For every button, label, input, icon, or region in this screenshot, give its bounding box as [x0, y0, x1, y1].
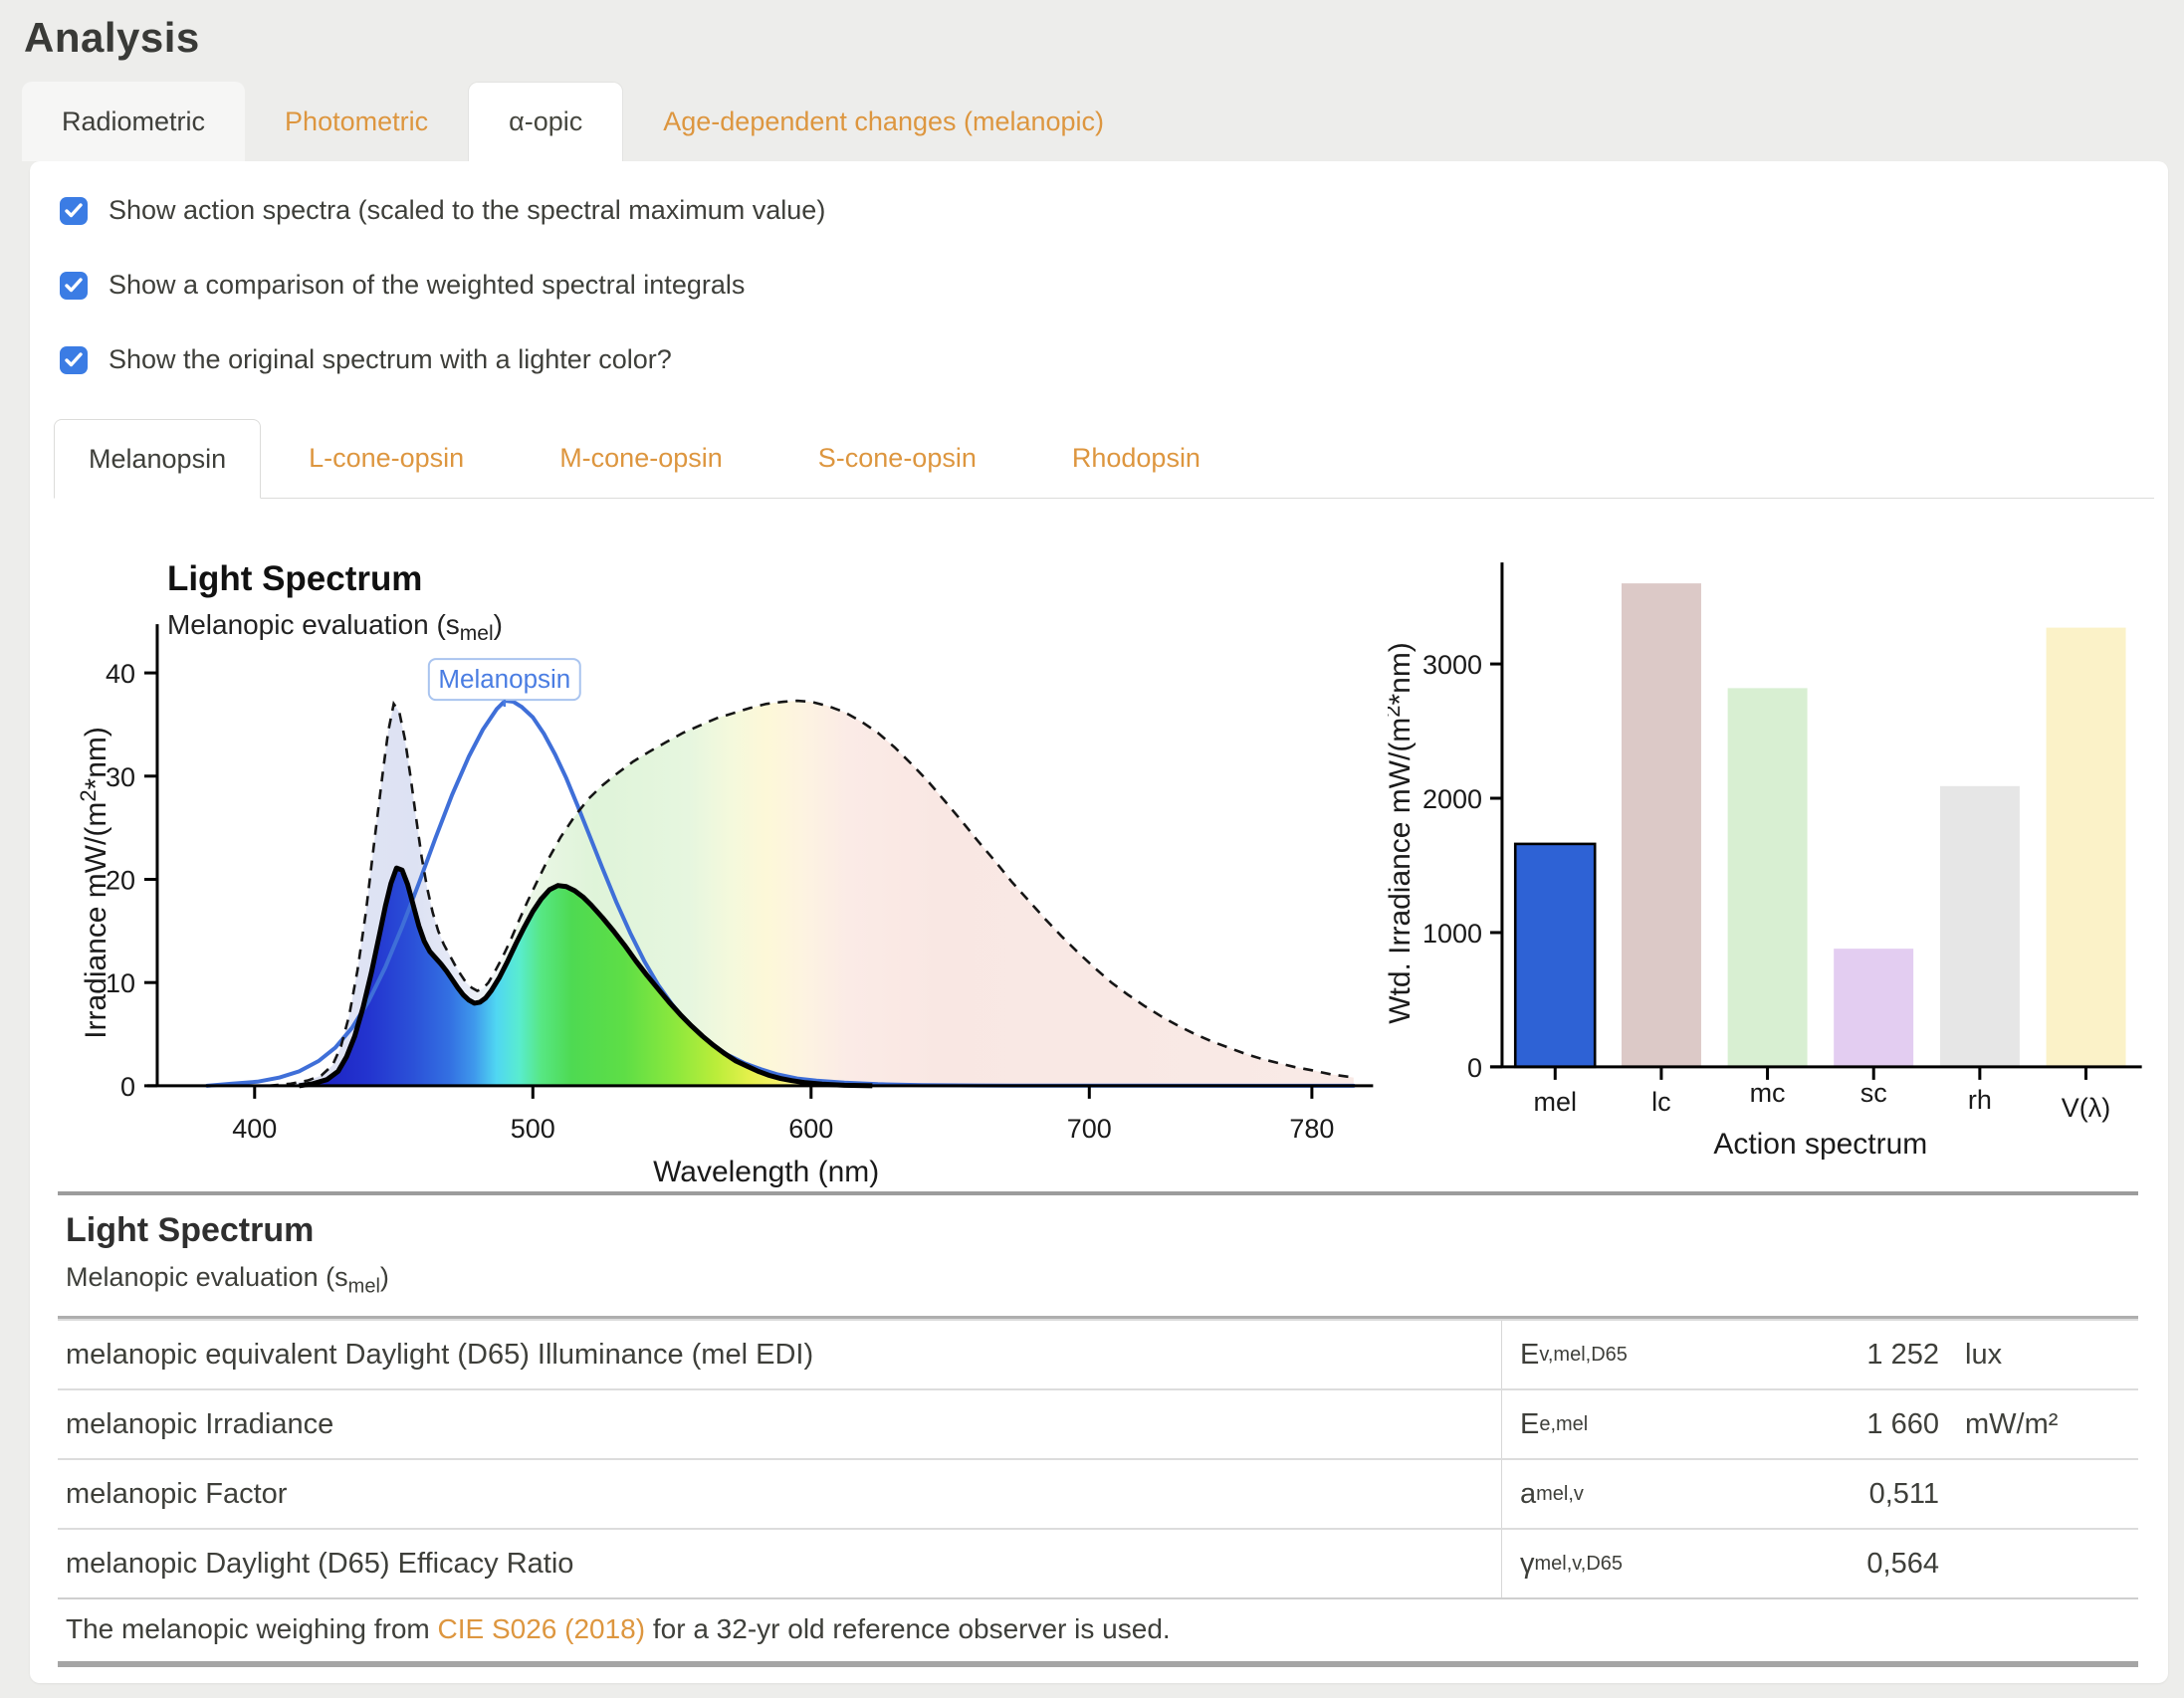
x-axis-label: Wavelength (nm) — [653, 1156, 879, 1188]
y-tick-label: 3000 — [1422, 650, 1482, 680]
y-axis-label: Irradiance mW/(m2*nm) — [80, 727, 112, 1039]
x-tick-label: 400 — [232, 1114, 277, 1144]
x-tick-label: rh — [1968, 1085, 1992, 1115]
tab-photometric[interactable]: Photometric — [245, 82, 468, 161]
bar-sc — [1835, 949, 1914, 1067]
x-tick-label: 500 — [511, 1114, 555, 1144]
checkbox-label[interactable]: Show the original spectrum with a lighte… — [109, 344, 672, 375]
subtab-rhodopsin[interactable]: Rhodopsin — [1038, 419, 1234, 498]
row-label: melanopic equivalent Daylight (D65) Illu… — [58, 1339, 1501, 1372]
checkmark-icon — [65, 203, 83, 218]
checkbox-label[interactable]: Show action spectra (scaled to the spect… — [109, 195, 825, 226]
subtab-l-cone-opsin[interactable]: L-cone-opsin — [275, 419, 498, 498]
chart-subtitle: Melanopic evaluation (smel) — [167, 609, 503, 645]
checkmark-icon — [65, 352, 83, 367]
checkbox-row-original-spectrum: Show the original spectrum with a lighte… — [60, 344, 2154, 375]
row-value: 1 252 — [1790, 1339, 1939, 1372]
x-tick-label: mc — [1750, 1078, 1786, 1108]
row-label: melanopic Irradiance — [58, 1408, 1501, 1441]
show-action-spectra-checkbox[interactable] — [60, 197, 88, 225]
x-axis-label: Action spectrum — [1714, 1128, 1928, 1161]
x-tick-label: 600 — [788, 1114, 833, 1144]
row-symbol: Ev,mel,D65 — [1501, 1321, 1790, 1388]
y-tick-label: 0 — [1467, 1053, 1482, 1083]
alpha-opic-tab-panel: Show action spectra (scaled to the spect… — [30, 161, 2168, 1683]
melanopic-results-table: Light Spectrum Melanopic evaluation (sme… — [58, 1191, 2138, 1667]
table-row: melanopic equivalent Daylight (D65) Illu… — [58, 1319, 2138, 1388]
bar-rh — [1940, 786, 2020, 1067]
main-tab-bar: Radiometric Photometric α-opic Age-depen… — [22, 82, 2184, 161]
cie-s026-link[interactable]: CIE S026 (2018) — [438, 1613, 646, 1644]
subtab-s-cone-opsin[interactable]: S-cone-opsin — [784, 419, 1010, 498]
x-tick-label: lc — [1652, 1087, 1671, 1117]
row-label: melanopic Daylight (D65) Efficacy Ratio — [58, 1548, 1501, 1581]
tab-alpha-opic[interactable]: α-opic — [468, 82, 623, 161]
checkbox-label[interactable]: Show a comparison of the weighted spectr… — [109, 270, 745, 301]
x-tick-label: 780 — [1289, 1114, 1334, 1144]
weighted-integrals-bar-chart: 0 1000 2000 3000 mel lc mc sc rh V(λ) Wtd. Irradi… — [1388, 505, 2154, 1167]
tab-age-dependent-changes[interactable]: Age-dependent changes (melanopic) — [623, 82, 1144, 161]
bar-mc — [1728, 688, 1808, 1067]
y-tick-label: 1000 — [1422, 919, 1482, 949]
checkbox-row-weighted-integrals: Show a comparison of the weighted spectr… — [60, 270, 2154, 301]
x-tick-label: sc — [1860, 1078, 1887, 1108]
tab-radiometric[interactable]: Radiometric — [22, 82, 245, 161]
row-unit: lux — [1939, 1339, 2138, 1372]
svg-text:Melanopsin: Melanopsin — [438, 664, 570, 694]
show-original-spectrum-checkbox[interactable] — [60, 346, 88, 374]
table-row: melanopic Daylight (D65) Efficacy Ratio … — [58, 1528, 2138, 1597]
chart-title: Light Spectrum — [167, 559, 422, 598]
opsin-tab-bar: Melanopsin L-cone-opsin M-cone-opsin S-c… — [54, 419, 2154, 499]
row-value: 1 660 — [1790, 1408, 1939, 1441]
bar-lc — [1622, 583, 1701, 1067]
table-header: Light Spectrum Melanopic evaluation (sme… — [58, 1195, 2138, 1319]
row-value: 0,564 — [1790, 1548, 1939, 1581]
subtab-m-cone-opsin[interactable]: M-cone-opsin — [526, 419, 757, 498]
y-tick-label: 0 — [120, 1072, 135, 1102]
light-spectrum-chart: Light Spectrum Melanopic evaluation (sme… — [80, 505, 1388, 1191]
charts-row: Light Spectrum Melanopic evaluation (sme… — [80, 505, 2154, 1191]
row-unit: mW/m² — [1939, 1408, 2138, 1441]
x-tick-label: 700 — [1067, 1114, 1112, 1144]
table-heading: Light Spectrum — [66, 1211, 2130, 1250]
page-title: Analysis — [24, 14, 2184, 62]
table-row: melanopic Factor amel,v 0,511 — [58, 1458, 2138, 1528]
x-tick-label: V(λ) — [2062, 1093, 2110, 1123]
subtab-melanopsin[interactable]: Melanopsin — [54, 419, 261, 499]
y-tick-label: 40 — [106, 659, 135, 689]
row-symbol: γmel,v,D65 — [1501, 1530, 1790, 1597]
y-axis-label: Wtd. Irradiance mW/(m2*nm) — [1388, 642, 1417, 1024]
show-weighted-integrals-checkbox[interactable] — [60, 272, 88, 300]
row-symbol: Ee,mel — [1501, 1390, 1790, 1458]
bar-mel — [1516, 844, 1596, 1067]
row-value: 0,511 — [1790, 1478, 1939, 1511]
row-symbol: amel,v — [1501, 1460, 1790, 1528]
bar-V(λ) — [2047, 628, 2126, 1067]
table-footnote: The melanopic weighing from CIE S026 (20… — [58, 1597, 2138, 1661]
checkbox-row-action-spectra: Show action spectra (scaled to the spect… — [60, 195, 2154, 226]
table-row: melanopic Irradiance Ee,mel 1 660 mW/m² — [58, 1388, 2138, 1458]
table-subtitle: Melanopic evaluation (smel) — [66, 1262, 2130, 1298]
checkmark-icon — [65, 278, 83, 293]
x-tick-label: mel — [1534, 1087, 1577, 1117]
row-label: melanopic Factor — [58, 1478, 1501, 1511]
melanopsin-annotation: Melanopsin — [429, 659, 580, 707]
y-tick-label: 2000 — [1422, 784, 1482, 814]
